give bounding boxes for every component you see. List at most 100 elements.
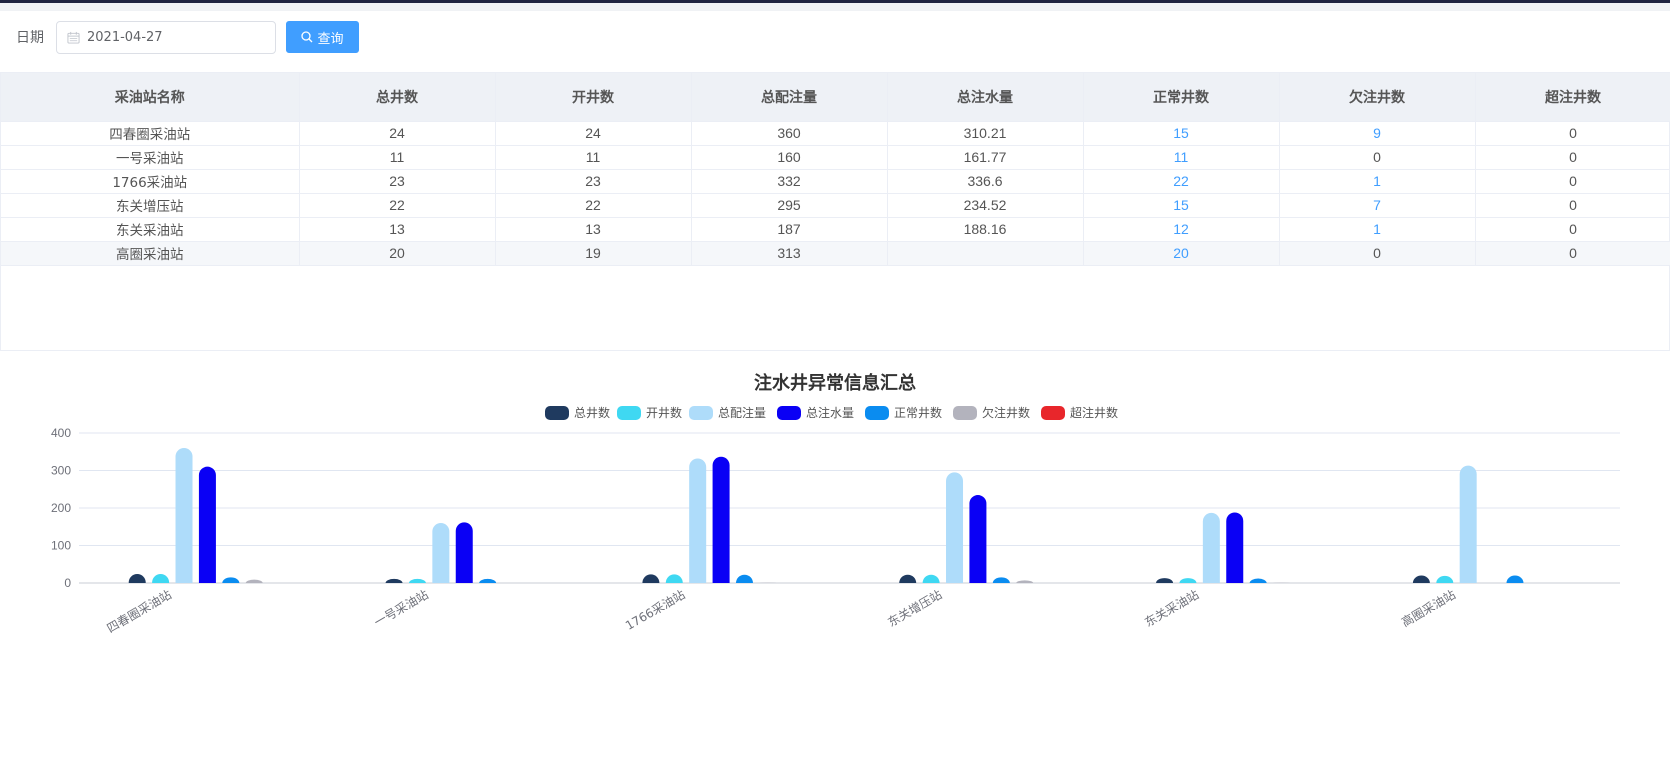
bar[interactable] [689,458,707,584]
planned-injection-cell: 360 [691,121,888,146]
bar[interactable] [1202,512,1220,583]
col-header-total-wells[interactable]: 总井数 [299,73,496,122]
over-injected-cell: 0 [1475,193,1670,218]
bar[interactable] [198,466,216,583]
bar[interactable] [946,472,964,583]
bar[interactable] [455,522,473,583]
table-row[interactable]: 东关增压站 22 22 295 234.52 15 7 0 [1,193,1670,218]
under-injected-link[interactable]: 7 [1279,193,1476,218]
bar[interactable] [408,578,426,583]
legend-label: 总配注量 [718,405,766,420]
col-header-under-injected[interactable]: 欠注井数 [1279,73,1476,122]
station-name-cell: 高圈采油站 [1,241,300,266]
under-injected-link[interactable]: 9 [1279,121,1476,146]
top-band [0,3,1670,11]
chart-legend: 总井数 开井数 总配注量 总注水量 正常井数 欠注井数 超注井数 [545,405,1118,420]
col-header-total-injection[interactable]: 总注水量 [887,73,1084,122]
bar[interactable] [1436,575,1454,583]
legend-label: 总注水量 [806,405,854,420]
open-wells-cell: 11 [495,145,692,170]
legend-swatch [953,406,977,420]
table-row[interactable]: 东关采油站 13 13 187 188.16 12 1 0 [1,217,1670,242]
y-tick-label: 200 [51,501,71,515]
legend-swatch [689,406,713,420]
bar[interactable] [1412,575,1430,584]
date-picker-input[interactable]: 2021-04-27 [56,20,276,54]
normal-wells-link[interactable]: 11 [1083,145,1280,170]
search-icon [301,31,313,43]
bar[interactable] [992,577,1010,583]
bar[interactable] [175,448,193,583]
bar[interactable] [1506,575,1524,584]
query-button[interactable]: 查询 [286,21,359,53]
station-name-cell: 东关增压站 [1,193,300,218]
bar[interactable] [969,495,987,583]
table-row[interactable]: 1766采油站 23 23 332 336.6 22 1 0 [1,169,1670,194]
bar[interactable] [128,574,146,583]
legend-item[interactable]: 欠注井数 [953,405,1030,420]
bar[interactable] [899,574,917,583]
over-injected-cell: 0 [1475,121,1670,146]
table-row[interactable]: 四春圈采油站 24 24 360 310.21 15 9 0 [1,121,1670,146]
legend-label: 超注井数 [1070,405,1118,420]
total-wells-cell: 23 [299,169,496,194]
planned-injection-cell: 332 [691,169,888,194]
date-label: 日期 [16,30,44,46]
table-row[interactable]: 一号采油站 11 11 160 161.77 11 0 0 [1,145,1670,170]
legend-label: 开井数 [646,405,682,420]
normal-wells-link[interactable]: 15 [1083,121,1280,146]
under-injected-link[interactable]: 1 [1279,217,1476,242]
legend-item[interactable]: 开井数 [617,405,682,420]
query-button-label: 查询 [317,31,344,47]
normal-wells-link[interactable]: 12 [1083,217,1280,242]
bar[interactable] [1459,465,1477,583]
bar[interactable] [432,523,450,583]
col-header-station[interactable]: 采油站名称 [1,73,300,122]
bar[interactable] [1179,578,1197,583]
bar[interactable] [1016,580,1034,583]
legend-label: 正常井数 [894,405,942,420]
normal-wells-link[interactable]: 20 [1083,241,1280,266]
injection-summary-chart: 注水井异常信息汇总 总井数 开井数 总配注量 总注水量 正常井数 欠注井数 超注井数 0 10… [51,372,1620,636]
bar[interactable] [735,574,753,583]
planned-injection-cell: 313 [691,241,888,266]
bar[interactable] [1156,578,1174,583]
bar[interactable] [642,574,660,583]
under-injected-link[interactable]: 1 [1279,169,1476,194]
bar[interactable] [479,578,497,583]
bar[interactable] [922,574,940,583]
bar[interactable] [712,456,730,583]
legend-item[interactable]: 正常井数 [865,405,942,420]
over-injected-cell: 0 [1475,169,1670,194]
y-tick-label: 300 [51,464,71,478]
open-wells-cell: 19 [495,241,692,266]
legend-item[interactable]: 总注水量 [777,405,854,420]
x-tick-label: 东关采油站 [1142,587,1201,629]
legend-item[interactable]: 总井数 [545,405,610,420]
total-injection-cell: 234.52 [887,193,1084,218]
open-wells-cell: 22 [495,193,692,218]
col-header-normal-wells[interactable]: 正常井数 [1083,73,1280,122]
bar[interactable] [1249,578,1267,584]
col-header-over-injected[interactable]: 超注井数 [1475,73,1670,122]
normal-wells-link[interactable]: 15 [1083,193,1280,218]
chart-bars [128,448,1524,584]
bar[interactable] [385,578,403,583]
bar[interactable] [245,579,263,583]
legend-label: 欠注井数 [982,405,1030,420]
bar[interactable] [152,574,170,583]
total-injection-cell [887,241,1084,266]
legend-item[interactable]: 超注井数 [1041,405,1118,420]
legend-item[interactable]: 总配注量 [689,405,766,420]
station-name-cell: 一号采油站 [1,145,300,170]
normal-wells-link[interactable]: 22 [1083,169,1280,194]
bar[interactable] [665,574,683,583]
table-row[interactable]: 高圈采油站 20 19 313 20 0 0 [1,241,1670,266]
col-header-open-wells[interactable]: 开井数 [495,73,692,122]
x-axis: 四春圈采油站 一号采油站 1766采油站 东关增压站 东关采油站 高圈采油站 [105,587,1459,636]
bar[interactable] [222,577,240,583]
bar[interactable] [1226,512,1244,583]
y-tick-label: 0 [64,576,71,590]
col-header-planned-injection[interactable]: 总配注量 [691,73,888,122]
y-tick-label: 100 [51,539,71,553]
